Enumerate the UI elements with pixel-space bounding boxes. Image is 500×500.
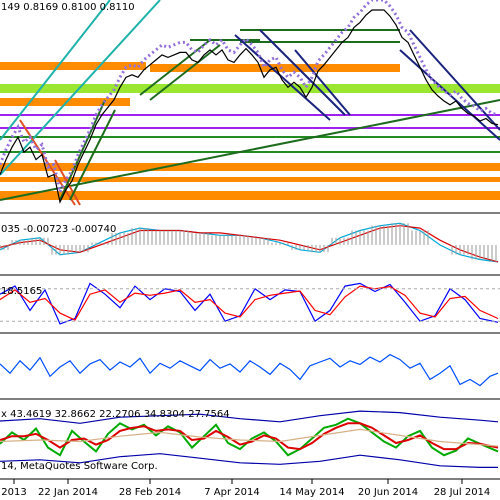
main-pane-label: 149 0.8169 0.8100 0.8110 bbox=[1, 2, 135, 13]
trading-chart: 149 0.8169 0.8100 0.8110 035 -0.00723 -0… bbox=[0, 0, 500, 500]
rsi-pane-label: x 43.4619 32.8662 22.2706 34.8304 27.756… bbox=[1, 409, 230, 420]
chart-background bbox=[0, 0, 500, 500]
x-tick-label: 20 Jun 2014 bbox=[358, 487, 418, 498]
support-band bbox=[0, 177, 500, 182]
x-tick-label: 2013 bbox=[1, 487, 26, 498]
x-tick-label: 28 Feb 2014 bbox=[119, 487, 181, 498]
support-band bbox=[0, 62, 146, 70]
x-tick-label: 14 May 2014 bbox=[279, 487, 344, 498]
macd-pane-label: 035 -0.00723 -0.00740 bbox=[1, 224, 116, 235]
x-tick-label: 28 Jul 2014 bbox=[434, 487, 491, 498]
x-tick-label: 7 Apr 2014 bbox=[204, 487, 259, 498]
stochastic-pane-label: 18.5165 bbox=[1, 286, 42, 297]
x-tick-label: 22 Jan 2014 bbox=[38, 487, 98, 498]
copyright-label: 14, MetaQuotes Software Corp. bbox=[1, 461, 158, 472]
chart-canvas bbox=[0, 0, 500, 500]
